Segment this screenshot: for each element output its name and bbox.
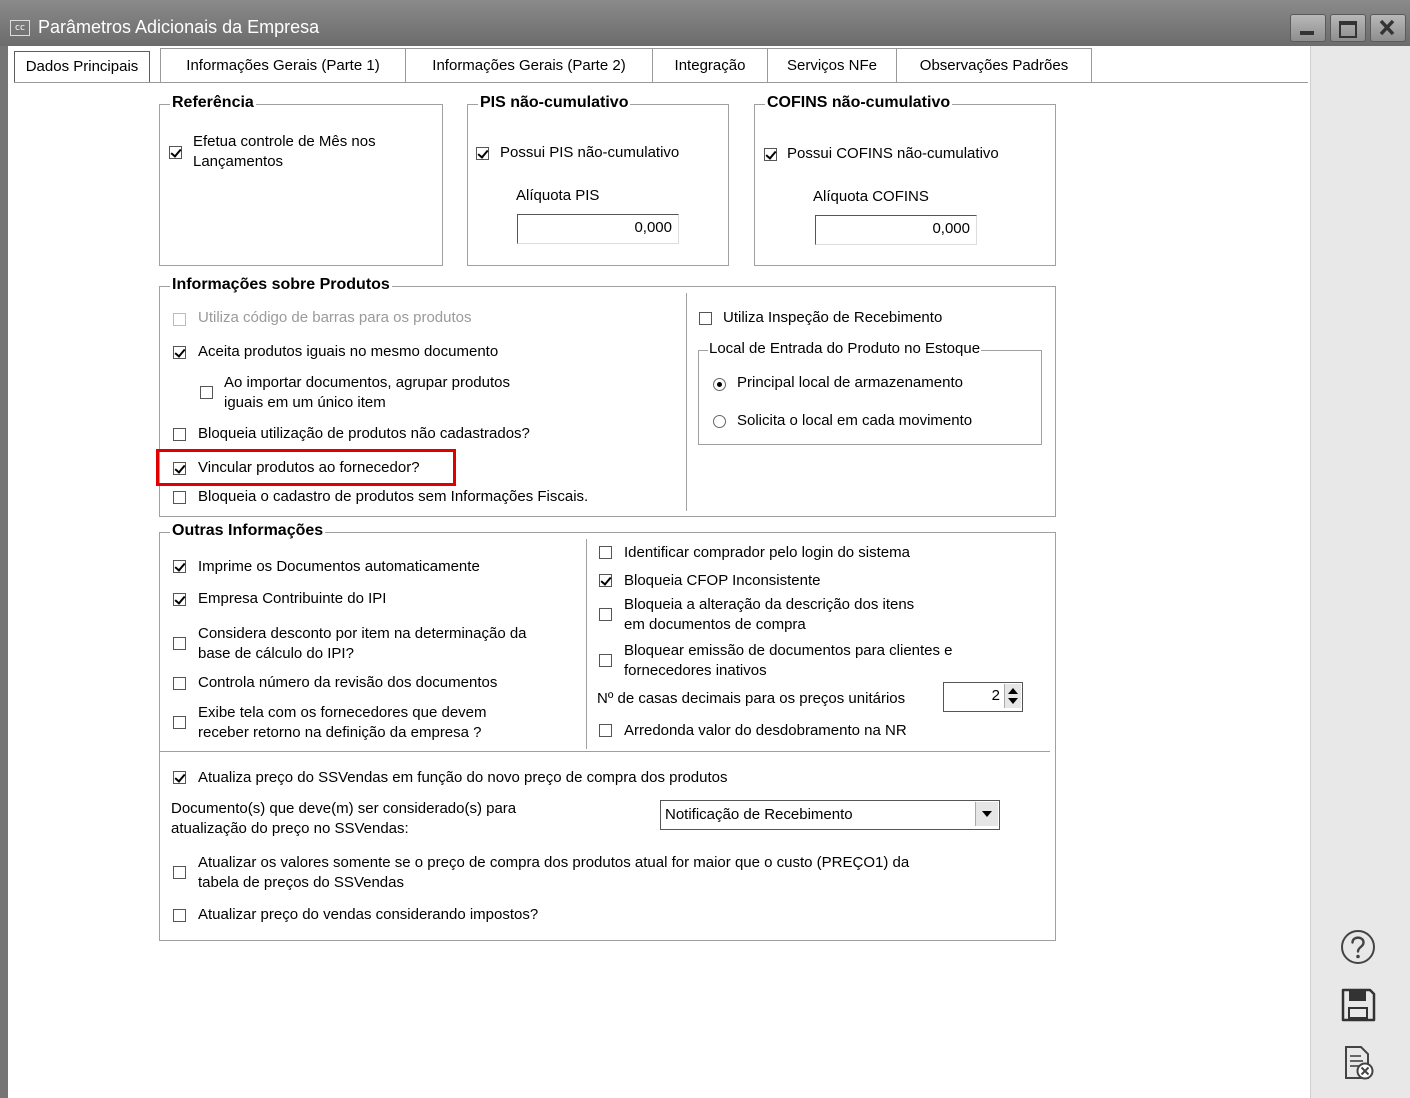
minimize-button[interactable] [1290,14,1326,42]
atualiza-ssvendas-checkbox[interactable] [173,771,186,784]
group-title: COFINS não-cumulativo [765,94,953,112]
controle-mes-checkbox[interactable] [169,146,182,159]
section-divider [160,751,1050,752]
local-principal-label[interactable]: Principal local de armazenamento [737,373,963,393]
imprime-checkbox[interactable] [173,560,186,573]
window-left-border [0,46,8,1098]
alteracao-descricao-checkbox[interactable] [599,608,612,621]
somente-maior-checkbox[interactable] [173,866,186,879]
app-logo-icon: cc [10,20,30,36]
group-title: PIS não-cumulativo [478,94,631,112]
aliquota-pis-input[interactable]: 0,000 [517,214,679,244]
atualiza-ssvendas-label[interactable]: Atualiza preço do SSVendas em função do … [198,768,728,788]
bloqueia-sem-fiscais-label[interactable]: Bloqueia o cadastro de produtos sem Info… [198,487,588,507]
cfop-checkbox[interactable] [599,574,612,587]
save-icon[interactable] [1339,986,1377,1024]
casas-decimais-value: 2 [991,687,1000,704]
aliquota-cofins-input[interactable]: 0,000 [815,215,977,245]
revisao-label[interactable]: Controla número da revisão dos documento… [198,673,497,693]
controle-mes-label[interactable]: Efetua controle de Mês nos Lançamentos [193,132,376,172]
somente-maior-label[interactable]: Atualizar os valores somente se o preço … [198,853,909,893]
documentos-select[interactable]: Notificação de Recebimento [660,800,1000,830]
title-bar[interactable]: cc Parâmetros Adicionais da Empresa [0,0,1410,46]
identificar-comprador-label[interactable]: Identificar comprador pelo login do sist… [624,543,910,563]
maximize-icon [1339,21,1357,38]
bloqueia-nao-cadastrados-checkbox[interactable] [173,428,186,441]
alteracao-descricao-label[interactable]: Bloqueia a alteração da descrição dos it… [624,595,914,635]
codigo-barras-checkbox[interactable] [173,313,186,326]
tab-informacoes-gerais-2[interactable]: Informações Gerais (Parte 2) [405,48,653,82]
exibe-fornecedores-checkbox[interactable] [173,716,186,729]
group-local-entrada: Local de Entrada do Produto no Estoque P… [698,340,1042,445]
close-document-icon[interactable] [1339,1044,1377,1082]
aliquota-cofins-label: Alíquota COFINS [813,188,929,205]
subgroup-title: Local de Entrada do Produto no Estoque [708,340,982,357]
documentos-label: Documento(s) que deve(m) ser considerado… [171,800,517,837]
local-principal-radio[interactable] [713,378,726,391]
aceita-iguais-label[interactable]: Aceita produtos iguais no mesmo document… [198,342,498,362]
documentos-select-value: Notificação de Recebimento [665,806,853,823]
spinner-buttons[interactable] [1004,684,1021,708]
minimize-icon [1300,31,1314,35]
aliquota-pis-label: Alíquota PIS [516,187,600,204]
possui-cofins-checkbox[interactable] [764,148,777,161]
aceita-iguais-checkbox[interactable] [173,346,186,359]
contribuinte-ipi-checkbox[interactable] [173,593,186,606]
agrupar-label[interactable]: Ao importar documentos, agrupar produtos… [224,373,510,413]
emissao-inativos-checkbox[interactable] [599,654,612,667]
arredonda-label[interactable]: Arredonda valor do desdobramento na NR [624,721,907,741]
group-pis: PIS não-cumulativo Possui PIS não-cumula… [467,94,729,266]
window-title: Parâmetros Adicionais da Empresa [38,17,320,37]
possui-pis-label[interactable]: Possui PIS não-cumulativo [500,143,679,163]
chevron-down-icon[interactable] [975,802,998,826]
contribuinte-ipi-label[interactable]: Empresa Contribuinte do IPI [198,589,386,609]
group-title: Outras Informações [170,522,326,540]
group-referencia: Referência Efetua controle de Mês nos La… [159,94,443,266]
inspecao-checkbox[interactable] [699,312,712,325]
casas-decimais-spinner[interactable]: 2 [943,682,1023,712]
bloqueia-nao-cadastrados-label[interactable]: Bloqueia utilização de produtos não cada… [198,424,530,444]
emissao-inativos-label[interactable]: Bloquear emissão de documentos para clie… [624,641,953,681]
highlight-box [156,449,456,486]
tab-dados-principais[interactable]: Dados Principais [14,51,150,83]
help-icon[interactable] [1339,928,1377,966]
close-icon [1379,19,1395,36]
agrupar-checkbox[interactable] [200,386,213,399]
desconto-ipi-checkbox[interactable] [173,637,186,650]
possui-cofins-label[interactable]: Possui COFINS não-cumulativo [787,144,999,164]
revisao-checkbox[interactable] [173,677,186,690]
maximize-button[interactable] [1330,14,1366,42]
casas-decimais-label: Nº de casas decimais para os preços unit… [597,690,906,707]
tab-observacoes-padroes[interactable]: Observações Padrões [896,48,1092,82]
tab-integracao[interactable]: Integração [652,48,768,82]
group-title: Referência [170,94,256,112]
local-solicita-label[interactable]: Solicita o local em cada movimento [737,411,972,431]
local-solicita-radio[interactable] [713,415,726,428]
cfop-label[interactable]: Bloqueia CFOP Inconsistente [624,571,821,591]
inspecao-label[interactable]: Utiliza Inspeção de Recebimento [723,308,942,328]
desconto-ipi-label[interactable]: Considera desconto por item na determina… [198,624,527,664]
tab-informacoes-gerais-1[interactable]: Informações Gerais (Parte 1) [160,48,406,82]
arredonda-checkbox[interactable] [599,724,612,737]
group-title: Informações sobre Produtos [170,276,392,294]
close-button[interactable] [1370,14,1406,42]
exibe-fornecedores-label[interactable]: Exibe tela com os fornecedores que devem… [198,703,487,743]
group-outras: Outras Informações Imprime os Documentos… [159,522,1056,941]
bloqueia-sem-fiscais-checkbox[interactable] [173,491,186,504]
tab-servicos-nfe[interactable]: Serviços NFe [767,48,897,82]
impostos-label[interactable]: Atualizar preço do vendas considerando i… [198,905,538,925]
column-divider [686,293,687,511]
possui-pis-checkbox[interactable] [476,147,489,160]
codigo-barras-label[interactable]: Utiliza código de barras para os produto… [198,308,472,328]
tab-divider [14,82,1308,83]
imprime-label[interactable]: Imprime os Documentos automaticamente [198,557,480,577]
spinner-arrows-icon [1008,688,1018,704]
identificar-comprador-checkbox[interactable] [599,546,612,559]
group-cofins: COFINS não-cumulativo Possui COFINS não-… [754,94,1056,266]
impostos-checkbox[interactable] [173,909,186,922]
window: cc Parâmetros Adicionais da Empresa Dado… [0,0,1410,1098]
column-divider [586,539,587,749]
